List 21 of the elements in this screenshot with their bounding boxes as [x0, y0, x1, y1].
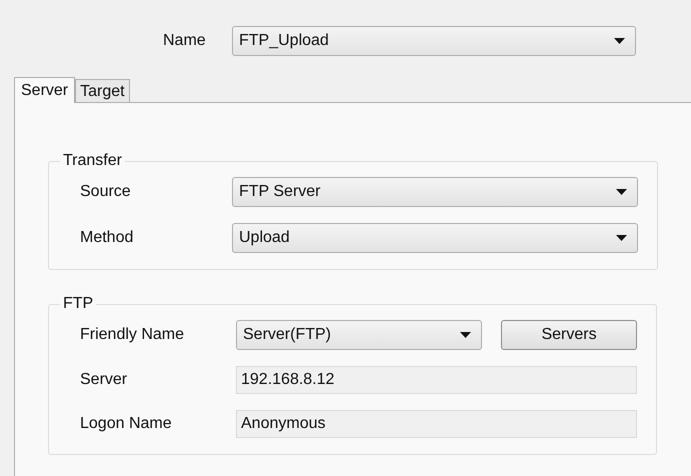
- input-field[interactable]: Anonymous: [236, 410, 637, 438]
- caret-icon: [460, 332, 471, 338]
- field-label: Server: [80, 370, 128, 390]
- tab[interactable]: Server: [14, 77, 76, 103]
- field-label: Method: [80, 228, 134, 248]
- tab[interactable]: Target: [75, 79, 130, 102]
- field-label: Logon Name: [80, 414, 173, 434]
- caret-icon: [614, 38, 625, 44]
- group-title: Transfer: [62, 151, 123, 171]
- dropdown[interactable]: Upload: [232, 223, 638, 253]
- input-field[interactable]: 192.168.8.12: [236, 366, 637, 394]
- field-label: Source: [80, 182, 132, 202]
- servers-button[interactable]: Servers: [501, 320, 637, 350]
- caret-icon: [616, 189, 627, 195]
- name-label: Name: [163, 31, 207, 51]
- group-title: FTP: [62, 294, 94, 314]
- dropdown[interactable]: Server(FTP): [236, 320, 482, 350]
- field-label: Friendly Name: [80, 325, 186, 345]
- dropdown[interactable]: FTP_Upload: [232, 26, 636, 56]
- dropdown[interactable]: FTP Server: [232, 177, 638, 207]
- caret-icon: [616, 235, 627, 241]
